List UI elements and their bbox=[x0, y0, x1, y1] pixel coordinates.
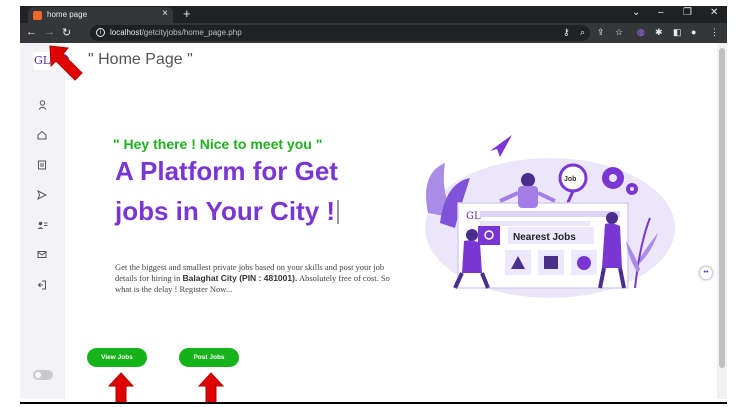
theme-toggle[interactable] bbox=[33, 370, 53, 380]
desc-location: Balaghat City (PIN : 481001). bbox=[182, 273, 298, 283]
page-scrollbar[interactable] bbox=[717, 43, 727, 399]
puzzle-icon[interactable]: ✱ bbox=[655, 27, 663, 38]
web-page: GL › " Home Page bbox=[20, 43, 727, 399]
greeting-text: " Hey there ! Nice to meet you " bbox=[113, 136, 323, 152]
divider bbox=[20, 402, 727, 404]
headline-line-2-text: jobs in Your City ! bbox=[115, 196, 336, 226]
annotation-arrow-post-jobs bbox=[198, 372, 224, 404]
post-jobs-button[interactable]: Post Jobs bbox=[179, 348, 239, 367]
new-tab-icon[interactable]: + bbox=[183, 6, 191, 21]
extension-icon[interactable]: ◍ bbox=[637, 27, 645, 38]
url-path: /getcityjobs/home_page.php bbox=[141, 28, 242, 37]
zoom-icon[interactable]: ⌕ bbox=[580, 27, 585, 38]
favicon-icon bbox=[33, 11, 42, 20]
illustration-logo: GL bbox=[466, 211, 481, 222]
minimize-icon[interactable]: – bbox=[658, 7, 664, 18]
send-icon[interactable] bbox=[36, 189, 48, 202]
annotation-arrow-sidebar bbox=[49, 45, 83, 81]
view-jobs-button[interactable]: View Jobs bbox=[87, 348, 147, 367]
browser-toolbar: ← → ↻ i localhost/getcityjobs/home_page.… bbox=[20, 23, 727, 43]
mail-icon[interactable] bbox=[36, 250, 48, 262]
close-tab-icon[interactable]: × bbox=[162, 8, 168, 19]
headline-line-2: jobs in Your City ! bbox=[115, 196, 340, 227]
typing-cursor bbox=[337, 200, 340, 224]
url-host: localhost bbox=[110, 28, 142, 37]
logout-icon[interactable] bbox=[36, 280, 48, 292]
tab-strip: home page × + ⌄ – ❐ ✕ bbox=[20, 6, 727, 23]
info-icon[interactable]: i bbox=[96, 28, 105, 37]
sidepanel-icon[interactable]: ◧ bbox=[673, 27, 682, 38]
browser-tab[interactable]: home page × bbox=[28, 7, 173, 23]
user-icon[interactable] bbox=[36, 100, 48, 112]
nearest-jobs-text: Nearest Jobs bbox=[513, 232, 576, 243]
menu-icon[interactable]: ⋮ bbox=[710, 27, 719, 38]
close-window-icon[interactable]: ✕ bbox=[710, 7, 718, 18]
tab-title: home page bbox=[47, 10, 88, 19]
back-icon[interactable]: ← bbox=[26, 26, 37, 38]
profile-icon[interactable]: ● bbox=[691, 27, 696, 37]
share-icon[interactable]: ⇪ bbox=[597, 27, 605, 38]
headline-line-1: A Platform for Get bbox=[115, 156, 338, 186]
scroll-thumb[interactable] bbox=[719, 48, 725, 368]
url-text[interactable]: localhost/getcityjobs/home_page.php bbox=[110, 28, 242, 37]
reload-icon[interactable]: ↻ bbox=[62, 26, 71, 39]
users-icon[interactable] bbox=[36, 220, 48, 232]
forward-icon[interactable]: → bbox=[44, 26, 55, 38]
description-text: Get the biggest and smallest private job… bbox=[115, 262, 393, 295]
star-icon[interactable]: ☆ bbox=[615, 27, 623, 38]
job-bubble-text: Job bbox=[564, 176, 576, 183]
maximize-icon[interactable]: ❐ bbox=[683, 7, 692, 18]
home-icon[interactable] bbox=[36, 130, 48, 142]
browser-window: home page × + ⌄ – ❐ ✕ ← → ↻ i localhost/… bbox=[20, 6, 727, 399]
page-title: " Home Page " bbox=[88, 51, 193, 68]
document-icon[interactable] bbox=[36, 160, 48, 172]
sidebar: GL bbox=[20, 43, 65, 399]
address-bar[interactable]: i localhost/getcityjobs/home_page.php bbox=[90, 25, 590, 41]
chevron-down-icon[interactable]: ⌄ bbox=[632, 7, 640, 18]
annotation-arrow-view-jobs bbox=[108, 372, 134, 404]
hero-illustration: Job GL Nearest Jobs bbox=[425, 135, 675, 298]
chat-widget-button[interactable]: •• bbox=[699, 266, 713, 280]
key-icon[interactable]: ⚷ bbox=[563, 27, 570, 38]
